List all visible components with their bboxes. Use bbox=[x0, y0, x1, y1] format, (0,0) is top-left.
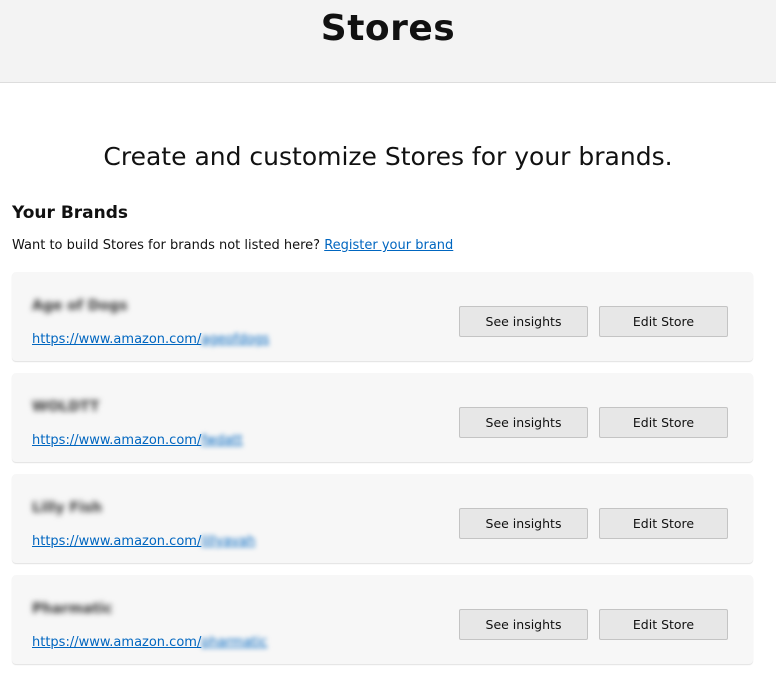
edit-store-button[interactable]: Edit Store bbox=[599, 508, 728, 539]
page-header: Stores bbox=[0, 0, 776, 83]
see-insights-button[interactable]: See insights bbox=[459, 609, 588, 640]
page-subtitle: Create and customize Stores for your bra… bbox=[103, 142, 673, 171]
brand-name: Age of Dogs bbox=[32, 298, 128, 314]
edit-store-button[interactable]: Edit Store bbox=[599, 609, 728, 640]
register-prompt-text: Want to build Stores for brands not list… bbox=[12, 238, 325, 253]
brand-name: WOLDTT bbox=[32, 399, 100, 415]
brand-list: Age of Dogs https://www.amazon.com/ageof… bbox=[12, 272, 753, 676]
edit-store-button[interactable]: Edit Store bbox=[599, 407, 728, 438]
brand-card: Lilly Fish https://www.amazon.com/lillya… bbox=[12, 474, 753, 563]
brand-card: WOLDTT https://www.amazon.com/fwdatt See… bbox=[12, 373, 753, 462]
brand-card: Pharmatic https://www.amazon.com/pharmat… bbox=[12, 575, 753, 664]
brand-url-prefix[interactable]: https://www.amazon.com/ bbox=[32, 635, 201, 650]
register-prompt: Want to build Stores for brands not list… bbox=[12, 238, 453, 253]
brand-url-slug[interactable]: pharmatic bbox=[201, 635, 267, 650]
brand-card: Age of Dogs https://www.amazon.com/ageof… bbox=[12, 272, 753, 361]
brand-store-link[interactable]: https://www.amazon.com/lillyavah bbox=[32, 534, 255, 549]
brand-url-prefix[interactable]: https://www.amazon.com/ bbox=[32, 534, 201, 549]
brand-store-link[interactable]: https://www.amazon.com/fwdatt bbox=[32, 433, 243, 448]
edit-store-button[interactable]: Edit Store bbox=[599, 306, 728, 337]
brand-store-link[interactable]: https://www.amazon.com/ageofdogs bbox=[32, 332, 269, 347]
brand-name: Pharmatic bbox=[32, 601, 113, 617]
see-insights-button[interactable]: See insights bbox=[459, 407, 588, 438]
see-insights-button[interactable]: See insights bbox=[459, 306, 588, 337]
page-title: Stores bbox=[320, 8, 456, 49]
brand-url-slug[interactable]: lillyavah bbox=[201, 534, 255, 549]
your-brands-heading: Your Brands bbox=[12, 203, 129, 223]
see-insights-button[interactable]: See insights bbox=[459, 508, 588, 539]
brand-store-link[interactable]: https://www.amazon.com/pharmatic bbox=[32, 635, 267, 650]
brand-url-slug[interactable]: fwdatt bbox=[201, 433, 242, 448]
register-brand-link[interactable]: Register your brand bbox=[324, 238, 453, 253]
brand-url-slug[interactable]: ageofdogs bbox=[201, 332, 269, 347]
brand-name: Lilly Fish bbox=[32, 500, 102, 516]
brand-url-prefix[interactable]: https://www.amazon.com/ bbox=[32, 433, 201, 448]
brand-url-prefix[interactable]: https://www.amazon.com/ bbox=[32, 332, 201, 347]
